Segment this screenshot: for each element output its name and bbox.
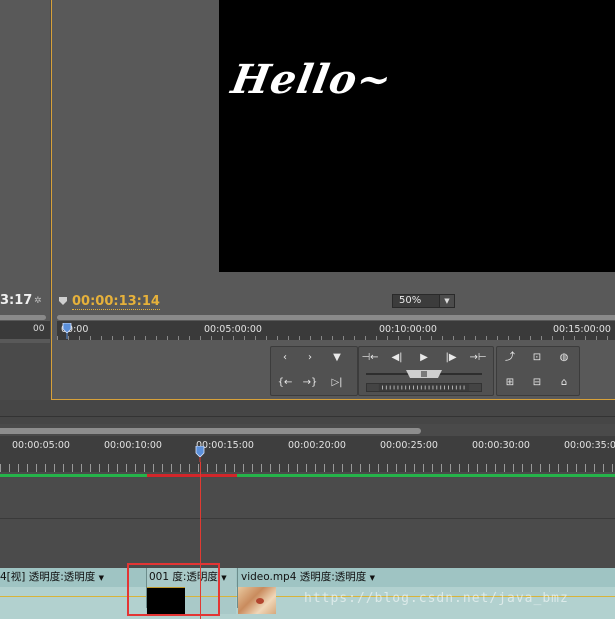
go-to-in-button[interactable]: ⊣←	[359, 349, 381, 367]
clip-header-video[interactable]: video.mp4 透明度:透明度 ▼	[241, 569, 375, 585]
timeline-zoom-scrollbar[interactable]	[0, 428, 421, 434]
audio-track-row[interactable]	[0, 478, 615, 519]
ruler-ticks	[57, 336, 615, 340]
play-button[interactable]: ▶	[413, 349, 435, 367]
jog-wheel[interactable]	[366, 383, 482, 392]
step-back-frame-button[interactable]: ◀|	[386, 349, 408, 367]
ruler-label: 00:00:10:00	[104, 440, 162, 451]
chevron-down-icon: ▼	[98, 574, 104, 582]
timeline-time-ruler[interactable]: 00:00:05:00 00:00:10:00 00:00:15:00 00:0…	[0, 436, 615, 472]
highlight-annotation	[127, 563, 220, 616]
lift-clip-button[interactable]: ⊞	[499, 374, 521, 392]
ruler-label: 00:00:30:00	[472, 440, 530, 451]
program-timecode[interactable]: 00:00:13:14	[72, 294, 160, 310]
transport-controls: ‹ › ▼ {← →} ▷| ⊣← ◀| ▶ |▶ →⊢ ⤴ ⊡ ◍ ⊞ ⊟ ⌂	[270, 346, 615, 396]
thumbnail-detail	[256, 598, 264, 604]
mark-out-button[interactable]: →}	[299, 374, 321, 392]
set-marker-button[interactable]: ▼	[326, 349, 348, 367]
source-timecode[interactable]: 3:17	[0, 293, 32, 308]
safe-margins-button[interactable]: ⊡	[526, 349, 548, 367]
step-forward-button[interactable]: ›	[299, 349, 321, 367]
chevron-down-icon: ▼	[439, 295, 454, 307]
mark-in-button[interactable]: {←	[274, 374, 296, 392]
program-video-preview[interactable]	[219, 0, 615, 272]
lift-button[interactable]: ⤴	[499, 349, 521, 367]
settings-icon[interactable]: ✲	[34, 296, 42, 306]
mark-buttons-group: ‹ › ▼ {← →} ▷|	[270, 346, 358, 396]
zoom-level-select[interactable]: 50% ▼	[392, 294, 455, 308]
panel-divider-line	[0, 416, 615, 417]
ruler-label: 00:15:00:00	[553, 324, 611, 335]
chevron-down-icon: ▼	[221, 574, 227, 582]
audio-track-row[interactable]	[0, 519, 615, 567]
step-forward-frame-button[interactable]: |▶	[440, 349, 462, 367]
timeline-playhead-icon[interactable]	[195, 446, 205, 462]
ruler-label: 00:05:00:00	[204, 324, 262, 335]
source-zoom-scrollbar[interactable]	[0, 315, 46, 320]
render-bar	[147, 474, 237, 477]
source-ruler-label: 00	[33, 324, 45, 334]
playhead-icon[interactable]	[62, 323, 72, 339]
clip-header-text: 4[视] 透明度:透明度	[0, 571, 96, 583]
ruler-label: 00:00:25:00	[380, 440, 438, 451]
shuttle-slider[interactable]	[366, 369, 482, 379]
ruler-label: 00:10:00:00	[379, 324, 437, 335]
clip-header-text: video.mp4 透明度:透明度	[241, 571, 367, 583]
watermark-text: https://blog.csdn.net/java_bmz	[304, 591, 569, 606]
export-frame-button[interactable]: ⌂	[553, 374, 575, 392]
output-button[interactable]: ◍	[553, 349, 575, 367]
ruler-label: 00:00:20:00	[288, 440, 346, 451]
ruler-label: 00:00:05:00	[12, 440, 70, 451]
work-area-bar[interactable]	[0, 474, 615, 477]
program-zoom-scrollbar[interactable]	[57, 315, 615, 320]
clip-header-left[interactable]: 4[视] 透明度:透明度 ▼	[0, 569, 104, 585]
zoom-level-value: 50%	[399, 295, 422, 306]
program-time-ruler[interactable]: 00:00 00:05:00:00 00:10:00:00 00:15:00:0…	[57, 321, 615, 340]
timecode-marker-icon	[59, 297, 67, 305]
go-to-out-button[interactable]: →⊢	[467, 349, 489, 367]
panel-divider	[0, 400, 615, 424]
ruler-label: 00:00:35:0	[564, 440, 615, 451]
chevron-down-icon: ▼	[369, 574, 376, 582]
ruler-ticks	[0, 464, 615, 472]
source-monitor-panel	[0, 0, 50, 343]
play-in-to-out-button[interactable]: ▷|	[326, 374, 348, 392]
export-buttons-group: ⤴ ⊡ ◍ ⊞ ⊟ ⌂	[496, 346, 580, 396]
preview-title-text: Hello~	[227, 56, 396, 103]
extract-clip-button[interactable]: ⊟	[526, 374, 548, 392]
step-back-button[interactable]: ‹	[274, 349, 296, 367]
